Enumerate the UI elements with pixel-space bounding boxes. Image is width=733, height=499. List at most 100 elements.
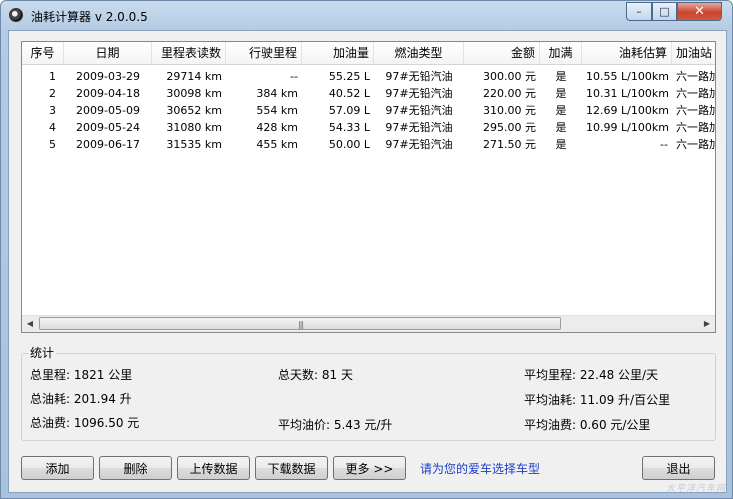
cell-amount: 300.00 元 [483, 70, 536, 83]
avg-consumption: 平均油耗: 11.09 升/百公里 [524, 393, 671, 407]
add-button[interactable]: 添加 [21, 456, 94, 480]
cell-fuel-amount: 50.00 L [328, 138, 370, 151]
cell-distance: 455 km [256, 138, 298, 151]
cell-consumption: 10.55 L/100km [586, 70, 669, 83]
cell-amount: 271.50 元 [483, 138, 536, 151]
cell-date: 2009-03-29 [76, 70, 140, 83]
scroll-right-icon[interactable]: ▶ [699, 316, 715, 332]
grip-icon: ||| [298, 320, 304, 329]
cell-fuel-type: 97#无铅汽油 [385, 104, 453, 117]
minimize-icon: – [636, 5, 642, 18]
cell-amount: 310.00 元 [483, 104, 536, 117]
col-header-fuel-amount[interactable]: 加油量 [302, 42, 374, 64]
col-header-distance[interactable]: 行驶里程 [226, 42, 302, 64]
cell-station: 六一路加 [676, 70, 716, 83]
download-button[interactable]: 下载数据 [255, 456, 328, 480]
cell-distance: -- [290, 70, 298, 83]
cell-fuel-amount: 55.25 L [328, 70, 370, 83]
cell-station: 六一路加 [676, 138, 716, 151]
avg-price: 平均油价: 5.43 元/升 [278, 418, 393, 432]
cell-date: 2009-06-17 [76, 138, 140, 151]
cell-consumption: 10.31 L/100km [586, 87, 669, 100]
close-icon: ✕ [694, 4, 705, 19]
app-icon [9, 8, 23, 22]
col-header-station[interactable]: 加油站 [672, 42, 715, 64]
stats-group: 统计 总里程: 1821 公里 总天数: 81 天 平均里程: 22.48 公里… [21, 344, 716, 441]
records-table[interactable]: 序号 日期 里程表读数 行驶里程 加油量 燃油类型 金额 加满 油耗估算 加油站… [21, 41, 716, 333]
cell-index: 1 [49, 70, 56, 83]
total-fuel: 总油耗: 201.94 升 [30, 392, 132, 406]
cell-consumption: 10.99 L/100km [586, 121, 669, 134]
title-bar[interactable]: 油耗计算器 v 2.0.0.5 – □ ✕ [1, 1, 732, 29]
cell-date: 2009-05-24 [76, 121, 140, 134]
avg-mileage: 平均里程: 22.48 公里/天 [524, 368, 659, 382]
cell-distance: 384 km [256, 87, 298, 100]
scroll-left-icon[interactable]: ◀ [22, 316, 38, 332]
total-mileage: 总里程: 1821 公里 [30, 368, 133, 382]
cell-full: 是 [555, 70, 567, 83]
maximize-icon: □ [659, 5, 670, 18]
cell-index: 3 [49, 104, 56, 117]
minimize-button[interactable]: – [626, 2, 652, 21]
window-title: 油耗计算器 v 2.0.0.5 [31, 10, 148, 24]
cell-index: 2 [49, 87, 56, 100]
select-car-model-link[interactable]: 请为您的爱车选择车型 [420, 460, 540, 477]
app-window: 油耗计算器 v 2.0.0.5 – □ ✕ 序号 日期 里程表读数 行驶里程 加… [0, 0, 733, 499]
watermark: 太平洋汽车网 [665, 484, 726, 494]
cell-station: 六一路加 [676, 121, 716, 134]
table-row[interactable]: 2 2009-04-18 30098 km 384 km 40.52 L 97#… [22, 85, 715, 102]
cell-date: 2009-04-18 [76, 87, 140, 100]
cell-index: 4 [49, 121, 56, 134]
cell-fuel-amount: 54.33 L [328, 121, 370, 134]
total-days: 总天数: 81 天 [278, 368, 353, 382]
more-button[interactable]: 更多 >> [333, 456, 406, 480]
stats-title: 统计 [28, 344, 57, 361]
delete-button[interactable]: 删除 [99, 456, 172, 480]
scrollbar-thumb[interactable]: ||| [39, 317, 561, 330]
cell-odometer: 31535 km [166, 138, 222, 151]
cell-date: 2009-05-09 [76, 104, 140, 117]
cell-odometer: 30098 km [166, 87, 222, 100]
table-row[interactable]: 5 2009-06-17 31535 km 455 km 50.00 L 97#… [22, 136, 715, 153]
cell-amount: 295.00 元 [483, 121, 536, 134]
table-row[interactable]: 1 2009-03-29 29714 km -- 55.25 L 97#无铅汽油… [22, 68, 715, 85]
cell-fuel-type: 97#无铅汽油 [385, 138, 453, 151]
cell-station: 六一路加 [676, 87, 716, 100]
cell-full: 是 [555, 87, 567, 100]
avg-cost: 平均油费: 0.60 元/公里 [524, 418, 651, 432]
table-row[interactable]: 3 2009-05-09 30652 km 554 km 57.09 L 97#… [22, 102, 715, 119]
maximize-button[interactable]: □ [652, 2, 677, 21]
upload-button[interactable]: 上传数据 [177, 456, 250, 480]
col-header-index[interactable]: 序号 [22, 42, 64, 64]
exit-button[interactable]: 退出 [642, 456, 715, 480]
col-header-amount[interactable]: 金额 [464, 42, 540, 64]
col-header-date[interactable]: 日期 [64, 42, 152, 64]
cell-odometer: 29714 km [166, 70, 222, 83]
table-header: 序号 日期 里程表读数 行驶里程 加油量 燃油类型 金额 加满 油耗估算 加油站 [22, 42, 715, 65]
cell-station: 六一路加 [676, 104, 716, 117]
cell-fuel-type: 97#无铅汽油 [385, 70, 453, 83]
col-header-consumption[interactable]: 油耗估算 [582, 42, 672, 64]
cell-distance: 428 km [256, 121, 298, 134]
cell-odometer: 31080 km [166, 121, 222, 134]
col-header-full[interactable]: 加满 [540, 42, 582, 64]
table-row[interactable]: 4 2009-05-24 31080 km 428 km 54.33 L 97#… [22, 119, 715, 136]
cell-fuel-amount: 57.09 L [328, 104, 370, 117]
horizontal-scrollbar[interactable]: ◀ ||| ▶ [22, 315, 715, 332]
cell-fuel-type: 97#无铅汽油 [385, 87, 453, 100]
col-header-fuel-type[interactable]: 燃油类型 [374, 42, 464, 64]
cell-full: 是 [555, 121, 567, 134]
cell-consumption: -- [660, 138, 668, 151]
cell-amount: 220.00 元 [483, 87, 536, 100]
cell-fuel-type: 97#无铅汽油 [385, 121, 453, 134]
cell-fuel-amount: 40.52 L [328, 87, 370, 100]
client-area: 序号 日期 里程表读数 行驶里程 加油量 燃油类型 金额 加满 油耗估算 加油站… [8, 30, 727, 493]
cell-consumption: 12.69 L/100km [586, 104, 669, 117]
cell-distance: 554 km [256, 104, 298, 117]
col-header-odometer[interactable]: 里程表读数 [152, 42, 226, 64]
total-cost: 总油费: 1096.50 元 [30, 416, 140, 430]
cell-odometer: 30652 km [166, 104, 222, 117]
cell-full: 是 [555, 138, 567, 151]
close-button[interactable]: ✕ [677, 2, 722, 21]
cell-index: 5 [49, 138, 56, 151]
